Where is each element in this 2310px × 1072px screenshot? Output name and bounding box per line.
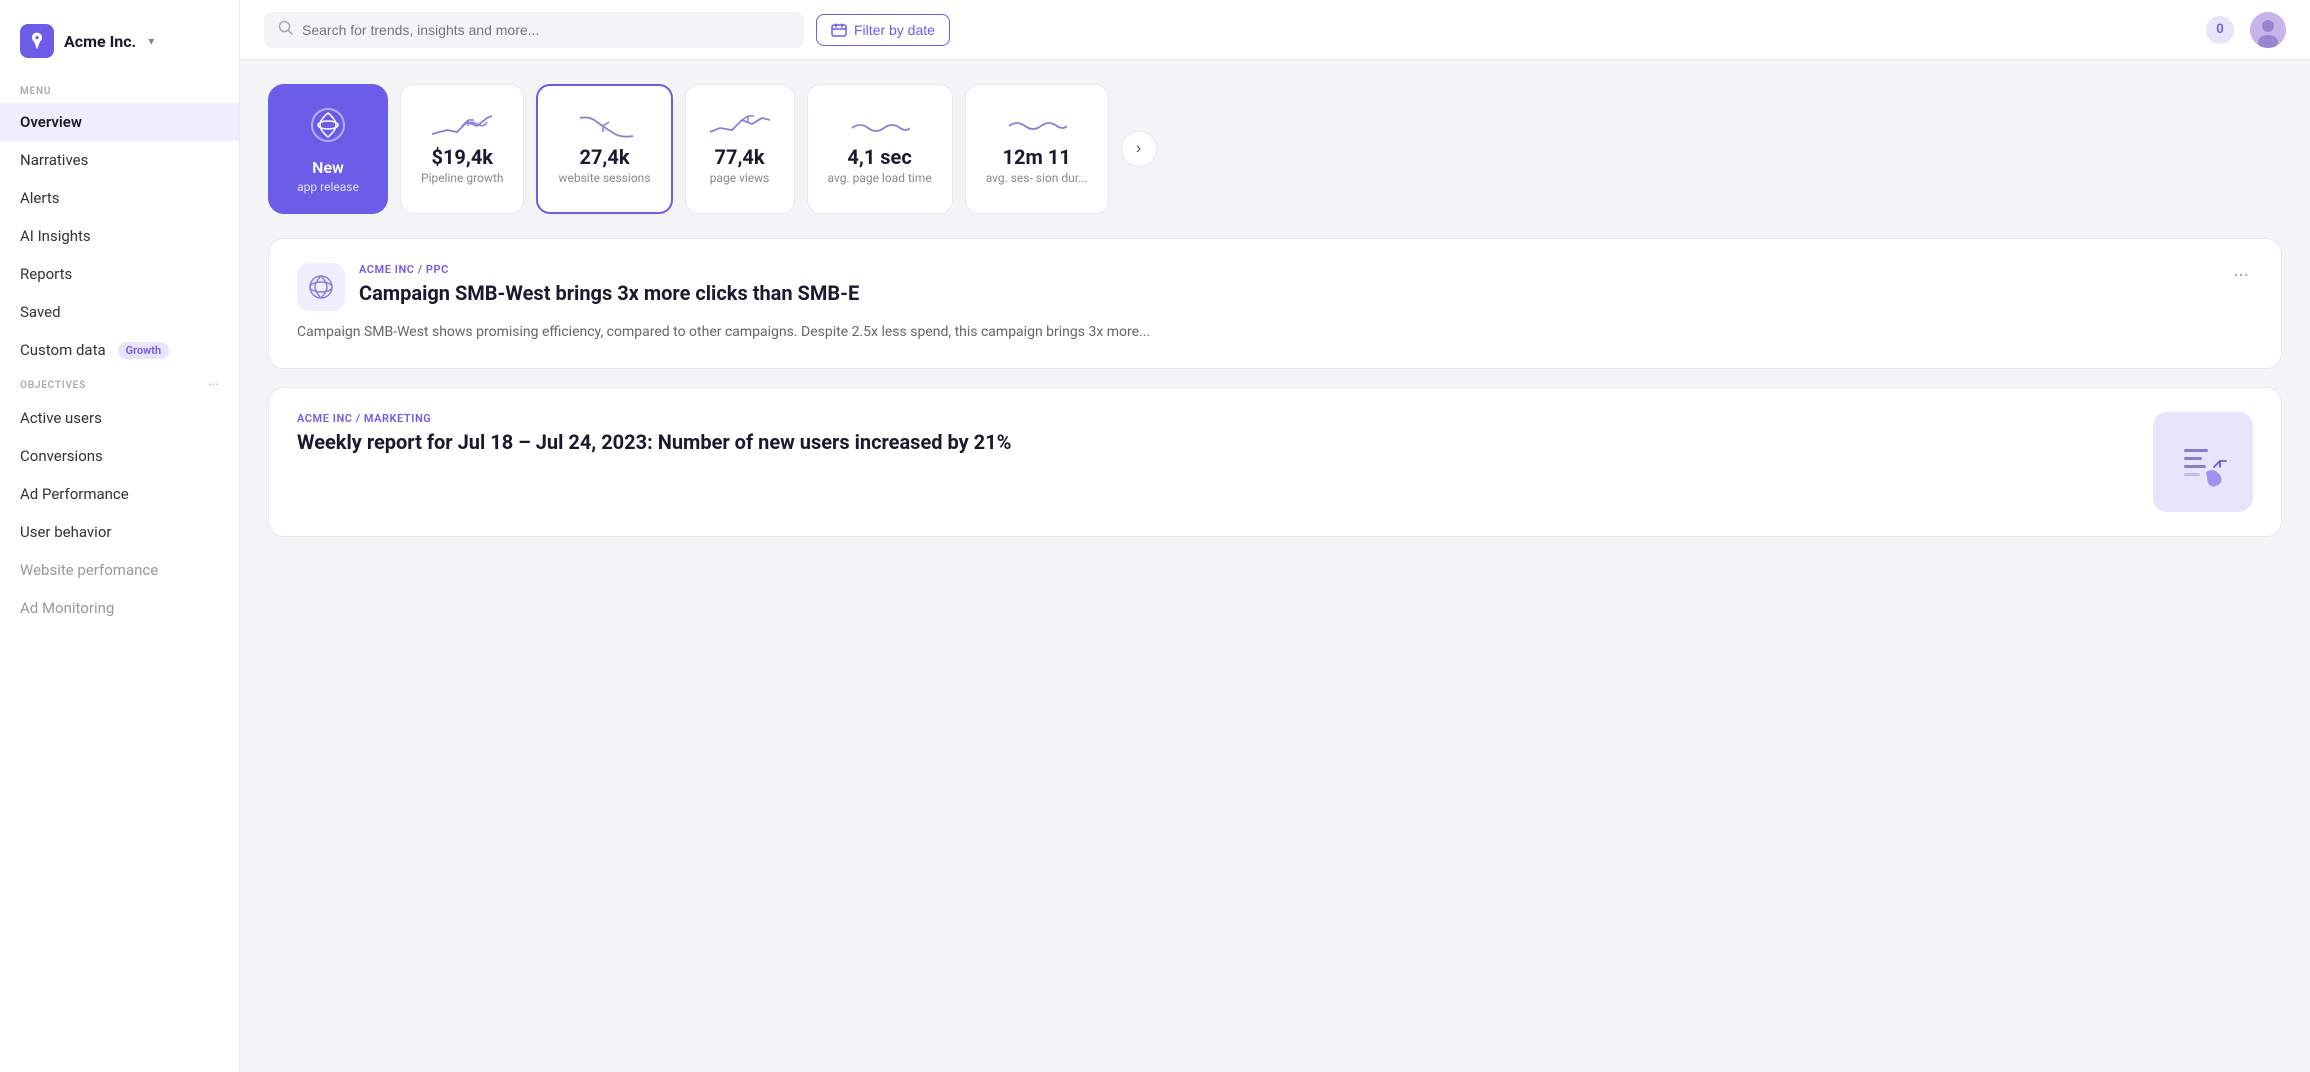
sidebar-item-custom-data[interactable]: Custom data Growth — [0, 331, 239, 369]
search-icon — [278, 20, 294, 40]
topnav: Filter by date 0 — [240, 0, 2310, 60]
sidebar-item-custom-data-label: Custom data — [20, 341, 106, 359]
calendar-icon — [831, 23, 847, 37]
metric-card-website-sessions[interactable]: 27,4k website sessions — [536, 84, 672, 214]
metric-new-app-label: app release — [297, 180, 359, 196]
metric-pipeline-value: $19,4k — [431, 146, 493, 168]
sidebar-item-narratives-label: Narratives — [20, 151, 88, 169]
sidebar-item-ai-insights-label: AI Insights — [20, 227, 91, 245]
metric-card-pipeline-growth[interactable]: $19,4k Pipeline growth — [400, 84, 524, 214]
ppc-icon-box — [297, 263, 345, 311]
sidebar-item-reports[interactable]: Reports — [0, 255, 239, 293]
sidebar-item-user-behavior-label: User behavior — [20, 523, 111, 541]
insight-card-marketing: ACME INC / MARKETING Weekly report for J… — [268, 387, 2282, 537]
pageviews-chart — [710, 112, 770, 140]
sidebar-item-alerts-label: Alerts — [20, 189, 60, 207]
metric-card-page-views[interactable]: 77,4k page views — [685, 84, 795, 214]
metrics-next-button[interactable]: › — [1121, 131, 1157, 167]
insight-ppc-title: Campaign SMB-West brings 3x more clicks … — [359, 280, 2215, 306]
report-illustration — [2168, 427, 2238, 497]
search-bar[interactable] — [264, 12, 804, 48]
sidebar-item-website-performance[interactable]: Website perfomance — [0, 551, 239, 589]
metric-pageload-label: avg. page load time — [828, 171, 932, 187]
metric-session-value: 12m 11 — [1003, 146, 1071, 168]
app-release-icon — [306, 103, 350, 151]
sidebar-item-website-performance-label: Website perfomance — [20, 561, 158, 579]
company-name: Acme Inc. — [64, 32, 136, 51]
sidebar: Acme Inc. ▾ MENU Overview Narratives Ale… — [0, 0, 240, 1072]
metric-card-avg-page-load[interactable]: 4,1 sec avg. page load time — [807, 84, 953, 214]
metric-pageload-value: 4,1 sec — [847, 146, 911, 168]
insight-ppc-more-button[interactable]: ··· — [2229, 263, 2253, 287]
insight-card-ppc: ACME INC / PPC Campaign SMB-West brings … — [268, 238, 2282, 368]
insight-ppc-meta: ACME INC / PPC Campaign SMB-West brings … — [359, 263, 2215, 306]
sidebar-item-active-users-label: Active users — [20, 409, 102, 427]
objectives-more-icon[interactable]: ··· — [208, 377, 219, 393]
metric-pageviews-label: page views — [710, 171, 770, 187]
sidebar-item-conversions[interactable]: Conversions — [0, 437, 239, 475]
sidebar-item-narratives[interactable]: Narratives — [0, 141, 239, 179]
sidebar-item-reports-label: Reports — [20, 265, 72, 283]
sidebar-item-saved[interactable]: Saved — [0, 293, 239, 331]
topnav-right: 0 — [2206, 12, 2286, 48]
metric-card-new-app-release[interactable]: New app release — [268, 84, 388, 214]
session-chart — [1007, 112, 1067, 140]
avatar[interactable] — [2250, 12, 2286, 48]
pipeline-chart — [432, 112, 492, 140]
sidebar-item-ad-monitoring-label: Ad Monitoring — [20, 599, 114, 617]
metric-card-avg-session[interactable]: 12m 11 avg. ses- sion dur... — [965, 84, 1109, 214]
company-chevron-icon: ▾ — [148, 34, 154, 48]
sidebar-item-saved-label: Saved — [20, 303, 61, 321]
sidebar-item-overview-label: Overview — [20, 113, 82, 131]
sidebar-item-ad-performance[interactable]: Ad Performance — [0, 475, 239, 513]
insight-ppc-breadcrumb: ACME INC / PPC — [359, 263, 2215, 276]
sidebar-item-active-users[interactable]: Active users — [0, 399, 239, 437]
metric-pageviews-value: 77,4k — [715, 146, 765, 168]
insight-card-marketing-inner: ACME INC / MARKETING Weekly report for J… — [297, 412, 2253, 512]
company-header[interactable]: Acme Inc. ▾ — [0, 16, 239, 78]
metric-session-label: avg. ses- sion dur... — [986, 171, 1088, 187]
custom-data-badge: Growth — [118, 342, 170, 359]
search-input[interactable] — [302, 22, 790, 38]
sessions-chart — [575, 112, 635, 140]
metric-sessions-label: website sessions — [558, 171, 650, 187]
main-panel: Filter by date 0 — [240, 0, 2310, 1072]
metric-new-app-value: New — [312, 159, 344, 177]
insight-marketing-title: Weekly report for Jul 18 – Jul 24, 2023:… — [297, 429, 2133, 455]
objectives-label: OBJECTIVES — [20, 380, 86, 391]
metrics-row: New app release $19,4k Pipeline growth — [268, 84, 2282, 214]
sidebar-item-overview[interactable]: Overview — [0, 103, 239, 141]
notification-badge[interactable]: 0 — [2206, 16, 2234, 44]
sidebar-item-conversions-label: Conversions — [20, 447, 103, 465]
company-logo — [20, 24, 54, 58]
filter-by-date-button[interactable]: Filter by date — [816, 14, 950, 46]
objectives-header: OBJECTIVES ··· — [0, 369, 239, 399]
metric-sessions-value: 27,4k — [579, 146, 629, 168]
insight-marketing-breadcrumb: ACME INC / MARKETING — [297, 412, 2133, 425]
sidebar-item-user-behavior[interactable]: User behavior — [0, 513, 239, 551]
metric-pipeline-label: Pipeline growth — [421, 171, 503, 187]
menu-label: MENU — [0, 78, 239, 103]
pageload-chart — [850, 112, 910, 140]
sidebar-item-ai-insights[interactable]: AI Insights — [0, 217, 239, 255]
content-area: New app release $19,4k Pipeline growth — [240, 60, 2310, 1072]
globe-icon — [305, 271, 337, 303]
insight-card-ppc-header: ACME INC / PPC Campaign SMB-West brings … — [297, 263, 2253, 311]
filter-label: Filter by date — [854, 22, 935, 38]
insight-ppc-body: Campaign SMB-West shows promising effici… — [297, 321, 2253, 343]
insight-marketing-content: ACME INC / MARKETING Weekly report for J… — [297, 412, 2133, 455]
insight-marketing-image — [2153, 412, 2253, 512]
sidebar-item-ad-performance-label: Ad Performance — [20, 485, 129, 503]
sidebar-item-ad-monitoring[interactable]: Ad Monitoring — [0, 589, 239, 627]
sidebar-item-alerts[interactable]: Alerts — [0, 179, 239, 217]
